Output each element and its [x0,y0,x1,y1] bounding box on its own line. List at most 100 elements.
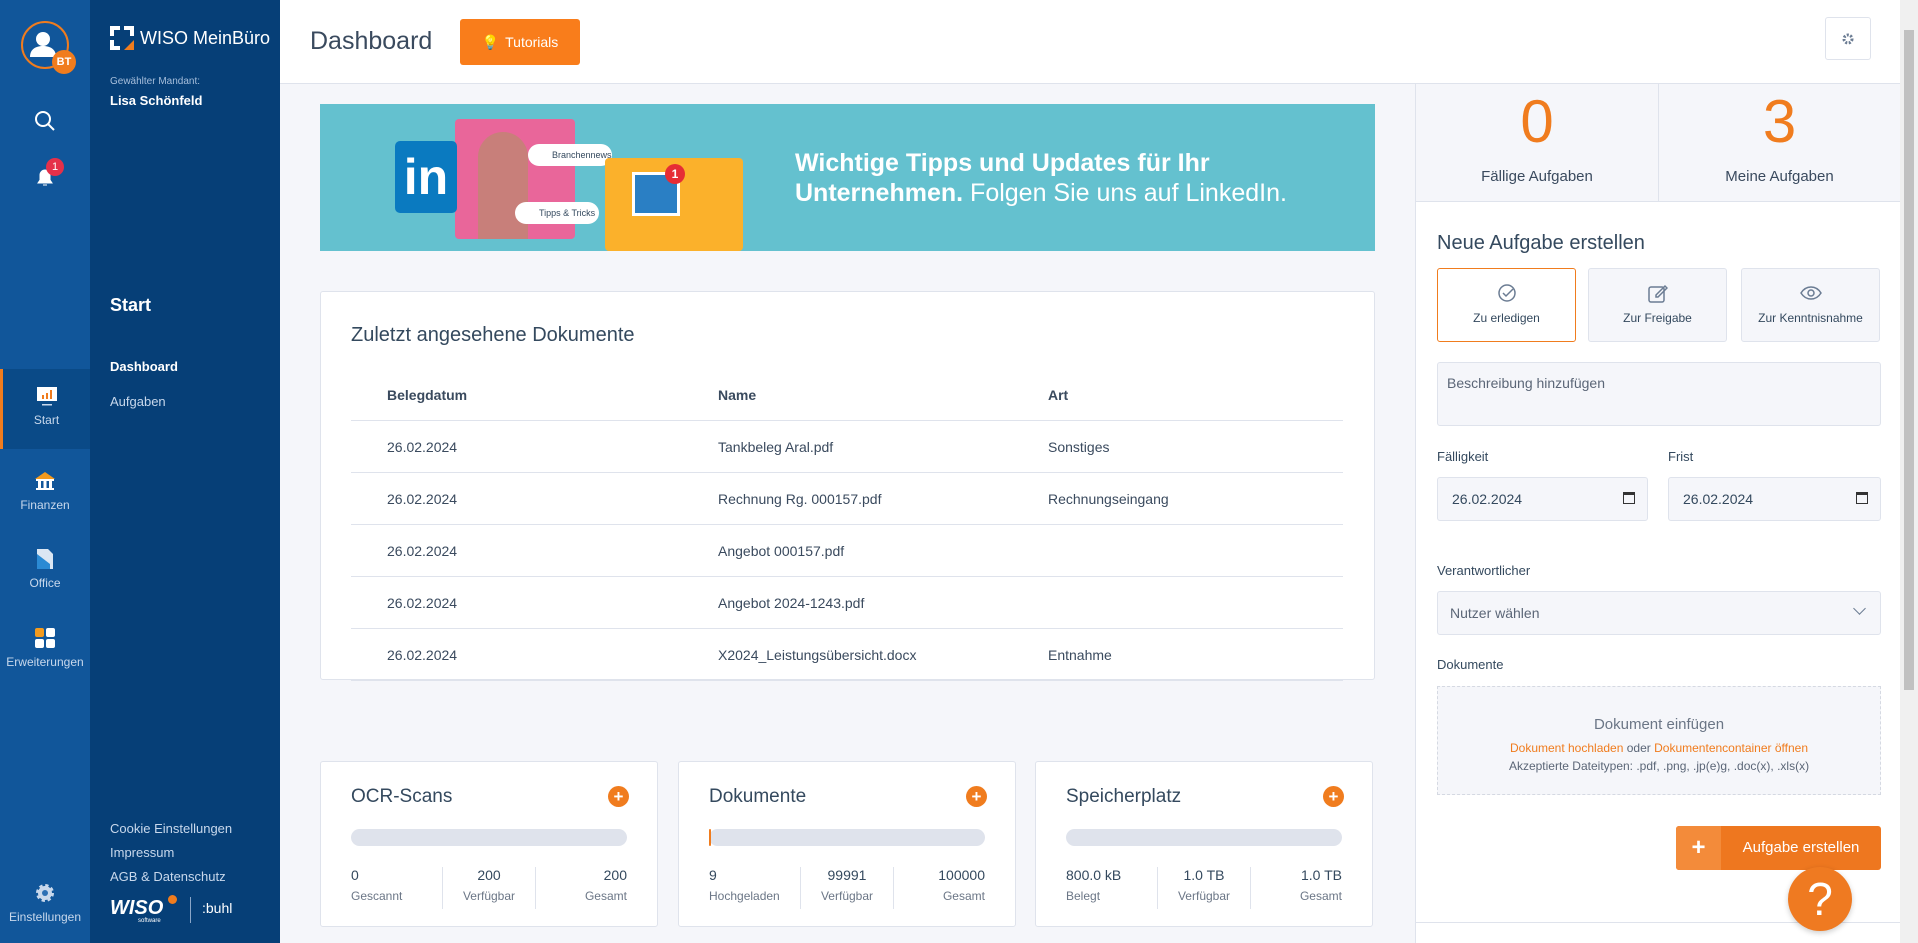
recent-documents-card: Zuletzt angesehene Dokumente Belegdatum … [320,291,1375,681]
help-button[interactable]: ? [1788,867,1852,931]
stat-value: 9 [709,867,717,883]
type-zur-freigabe-button[interactable]: Zur Freigabe [1588,268,1727,342]
column-header[interactable]: Belegdatum [387,387,467,403]
accepted-types: Akzeptierte Dateitypen: .pdf, .png, .jp(… [1508,759,1810,773]
description-textarea[interactable]: Beschreibung hinzufügen [1437,362,1881,426]
add-button[interactable]: + [966,786,987,807]
brand-logo[interactable]: WISO MeinBüro [110,26,270,50]
create-task-button[interactable]: + Aufgabe erstellen [1676,826,1881,870]
due-date-label: Fälligkeit [1437,449,1489,464]
stat-card-speicherplatz: Speicherplatz +800.0 kB Belegt 1.0 TB Verfüg… [1035,761,1373,927]
rail-item-office[interactable]: Office [0,548,90,590]
scrollbar-thumb[interactable] [1904,30,1914,690]
table-cell: 26.02.2024 [387,439,458,455]
icon-rail: BT 1 Start Finanzen Office Erweiterungen… [0,0,90,943]
usage-progress-bar [709,829,985,846]
deadline-label: Frist [1668,449,1694,464]
mine-label: Meine Aufgaben [1725,168,1834,185]
avatar-initials: BT [52,50,76,74]
document-dropzone[interactable]: Dokument einfügen Dokument hochladen ode… [1437,686,1881,795]
type-zur-kenntnisnahme-button[interactable]: Zur Kenntnisnahme [1741,268,1880,342]
table-cell: Angebot 000157.pdf [718,543,845,559]
rail-label: Finanzen [20,498,70,512]
due-tasks-counter[interactable]: 0 Fällige Aufgaben [1416,84,1658,202]
table-row[interactable]: 26.02.2024 Angebot 000157.pdf [351,525,1343,577]
table-cell: Rechnung Rg. 000157.pdf [718,491,882,507]
stat-label: Belegt [1066,889,1101,903]
nav-item-dashboard[interactable]: Dashboard [110,359,178,374]
search-icon[interactable] [34,110,56,132]
table-row[interactable]: 26.02.2024 Rechnung Rg. 000157.pdf Rechnun… [351,473,1343,525]
tutorials-label: Tutorials [505,34,559,50]
wiso-software-text: software [138,918,161,924]
my-tasks-counter[interactable]: 3 Meine Aufgaben [1658,84,1900,202]
banner-tag: Branchennews [528,144,612,166]
secondary-nav: WISO MeinBüro Gewählter Mandant: Lisa Sc… [90,0,280,943]
or-text: oder [1626,741,1651,755]
settings-button[interactable] [1825,17,1871,60]
table-cell: Entnahme [1048,647,1112,663]
table-row[interactable]: 26.02.2024 X2024_Leistungsübersicht.docx E… [351,629,1343,681]
logo-divider [190,897,191,923]
cookie-settings-link[interactable]: Cookie Einstellungen [110,821,232,836]
impressum-link[interactable]: Impressum [110,845,174,860]
add-button[interactable]: + [1323,786,1344,807]
card-title: Zuletzt angesehene Dokumente [351,324,635,346]
rail-item-erweiterungen[interactable]: Erweiterungen [0,627,90,669]
due-date-input[interactable]: 26.02.2024 [1437,477,1648,521]
table-row[interactable]: 26.02.2024 Tankbeleg Aral.pdf Sonstiges [351,421,1343,473]
check-circle-icon [1497,284,1516,302]
table-cell: 26.02.2024 [387,543,458,559]
add-button[interactable]: + [608,786,629,807]
plus-icon: + [613,787,624,806]
gear-icon [1842,33,1854,44]
banner-tag: Tipps & Tricks [515,202,599,224]
agb-link[interactable]: AGB & Datenschutz [110,869,226,884]
rail-item-finanzen[interactable]: Finanzen [0,470,90,512]
nav-item-aufgaben[interactable]: Aufgaben [110,394,166,409]
stat-value: 99991 [827,867,867,883]
dropzone-title: Dokument einfügen [1593,716,1725,733]
plus-icon: + [971,787,982,806]
document-icon [37,549,53,569]
eye-icon [1799,286,1822,300]
rail-label: Erweiterungen [6,655,84,669]
logo-icon [110,26,134,50]
deadline-input[interactable]: 26.02.2024 [1668,477,1881,521]
column-header[interactable]: Name [718,387,756,403]
column-header[interactable]: Art [1048,387,1068,403]
container-link[interactable]: Dokumentencontainer öffnen [1654,741,1808,755]
type-zu-erledigen-button[interactable]: Zu erledigen [1437,268,1576,342]
plus-icon: + [1676,826,1721,870]
stat-label: Gesamt [584,889,627,903]
chart-icon [36,387,57,406]
table-cell: Angebot 2024-1243.pdf [718,595,865,611]
rail-item-start[interactable]: Start [0,369,90,449]
stat-value: 200 [603,867,627,883]
upload-link[interactable]: Dokument hochladen [1510,741,1623,755]
table-row[interactable]: 26.02.2024 Angebot 2024-1243.pdf [351,577,1343,629]
linkedin-banner[interactable]: in Branchennews Tipps & Tricks 1 Wichtig… [320,104,1375,251]
buhl-logo: :buhl [202,900,233,916]
rail-label: Einstellungen [8,910,82,924]
top-header: Dashboard 💡 Tutorials [280,0,1900,84]
banner-headline: Wichtige Tipps und Updates für Ihr Unter… [795,149,1287,207]
client-name[interactable]: Lisa Schönfeld [110,93,202,108]
avatar[interactable]: BT [21,21,76,74]
owner-select[interactable]: Nutzer wählen [1437,591,1881,635]
table-cell: X2024_Leistungsübersicht.docx [718,647,917,663]
question-icon: ? [1807,873,1833,925]
stat-column: 200 Verfügbar [442,867,534,909]
table-cell: Tankbeleg Aral.pdf [718,439,834,455]
stat-column: 99991 Verfügbar [800,867,892,909]
tutorials-button[interactable]: 💡 Tutorials [460,19,580,65]
scrollbar[interactable] [1900,0,1918,943]
rail-item-settings[interactable]: Einstellungen [0,882,90,924]
calendar-icon [1623,492,1635,504]
progress-fill [709,829,712,846]
stat-label: Hochgeladen [709,889,780,903]
stat-value: 800.0 kB [1066,867,1122,883]
gear-icon [36,884,54,902]
stat-label: Gesamt [1299,889,1342,903]
page-title: Dashboard [310,27,433,55]
